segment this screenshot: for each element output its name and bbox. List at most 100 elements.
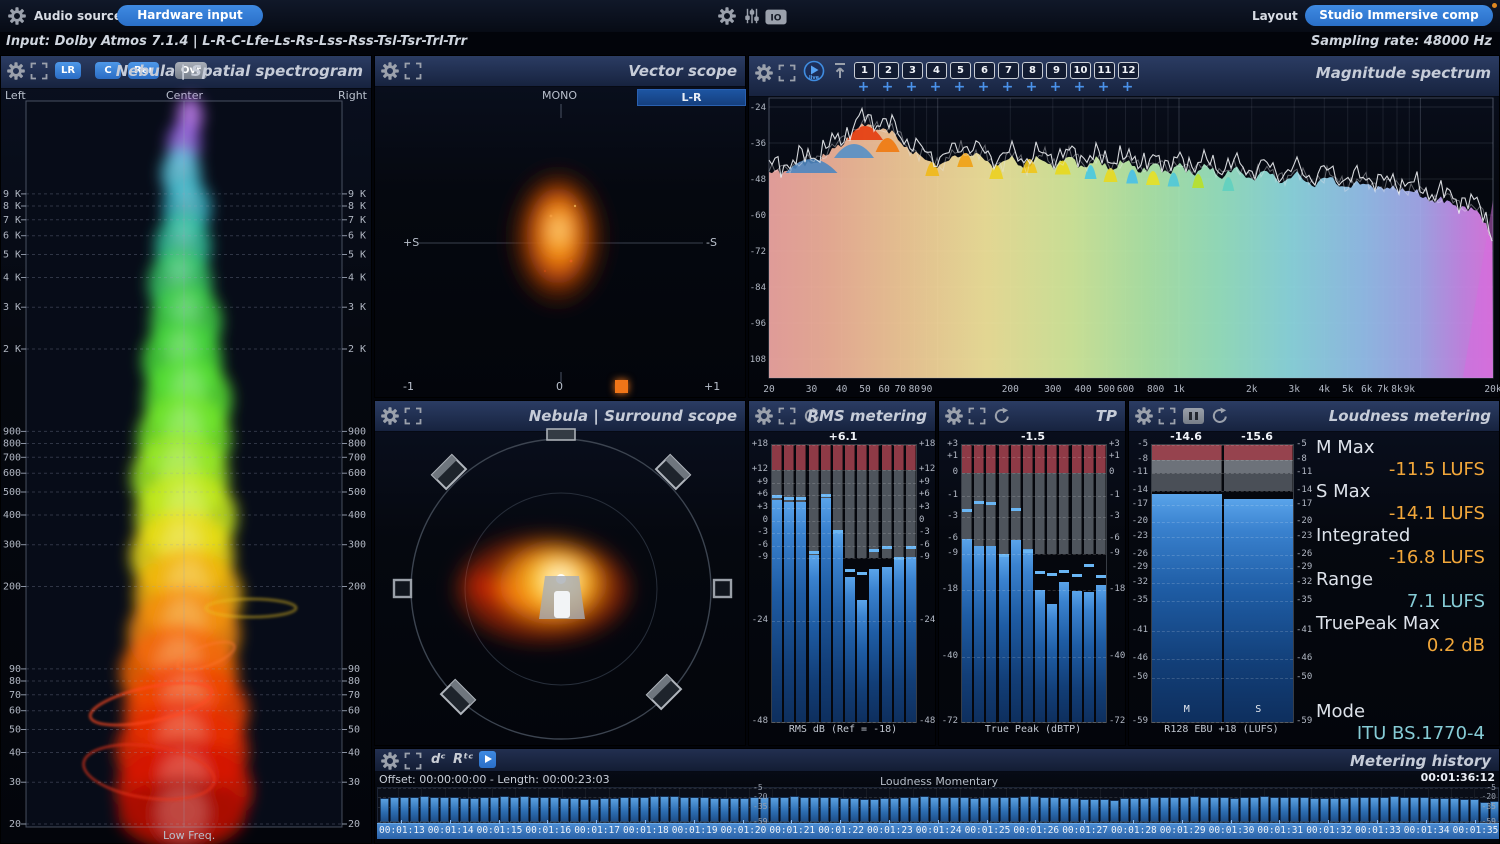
history-bar [990,797,999,822]
history-bar [1440,798,1449,822]
history-header: dᶜ Rᵗᶜ Metering history [375,749,1499,772]
meter-bar [821,498,831,722]
loudness-fullscreen-icon[interactable] [1158,407,1176,425]
history-bar [1430,798,1439,822]
drop-compensation-icon[interactable]: dᶜ [431,752,446,767]
input-format-text: Input: Dolby Atmos 7.1.4 | L-R-C-Lfe-Ls-… [6,34,467,49]
history-fullscreen-icon[interactable] [404,752,422,770]
svg-text:80: 80 [9,676,21,687]
history-bar [380,798,389,822]
peak-hold-tick [857,572,867,575]
tp-fullscreen-icon[interactable] [968,407,986,425]
history-timebar[interactable]: 00:01:1300:01:1400:01:1500:01:1600:01:17… [377,823,1499,839]
meter-scale-label: -6 [749,540,768,550]
meter-scale-label: -29 [1129,562,1148,572]
meter-bar [999,557,1009,722]
peak-hold-tick [1011,508,1021,511]
rms-fullscreen-icon[interactable] [778,407,796,425]
rms-settings-gear-icon[interactable] [755,407,773,425]
balance-marker[interactable] [615,380,628,393]
history-bar [820,797,829,822]
meter-bar [1096,585,1106,722]
io-routing-icon[interactable]: IO [765,8,787,26]
history-play-button[interactable] [479,751,496,768]
meter-scale-label: -46 [1129,653,1148,663]
meter-scale-label: +1 [1109,451,1120,461]
svg-text:40: 40 [348,748,360,759]
history-bar [1450,798,1459,822]
history-bar [490,797,499,822]
history-bar [980,797,989,822]
svg-text:700: 700 [348,452,366,463]
history-bar [1120,798,1129,822]
meter-scale-label: -18 [1109,584,1125,594]
mixer-sliders-icon[interactable] [743,7,761,25]
audio-source-gear-icon[interactable] [8,7,26,25]
svg-text:90: 90 [348,664,360,675]
stat-label: Range [1316,569,1373,590]
history-bar [430,797,439,823]
svg-text:5 K: 5 K [3,250,21,261]
plus-s-label: +S [403,236,419,249]
history-bar [1400,797,1409,822]
history-bar [920,796,929,822]
meter-bar [986,546,996,722]
meter-scale-label: +3 [1109,439,1120,449]
svg-text:80: 80 [909,384,921,395]
svg-text:2 K: 2 K [348,344,366,355]
tp-title: TP [1096,407,1117,425]
meter-scale-label: -6 [939,533,958,543]
meter-column [833,445,843,722]
history-bar [1410,797,1419,822]
svg-text:60: 60 [878,384,890,395]
meter-bar [906,557,916,722]
realtime-compensation-icon[interactable]: Rᵗᶜ [453,752,473,767]
peak-hold-tick [962,509,972,512]
axis-minus1: -1 [403,380,414,393]
loudness-settings-gear-icon[interactable] [1135,407,1153,425]
layout-preset-button[interactable]: Studio Immersive comp [1305,5,1493,26]
meter-bar [894,559,904,722]
history-graph[interactable] [377,787,1499,823]
history-bar [950,797,959,823]
svg-text:900: 900 [3,426,21,437]
meter-scale-label: -24 [749,615,768,625]
vectorscope-display[interactable] [375,56,747,399]
meter-scale-label: +12 [919,464,935,474]
settings-gear-icon[interactable] [718,7,736,25]
history-bar [850,798,859,822]
tp-settings-gear-icon[interactable] [945,407,963,425]
loudness-pause-button[interactable] [1183,408,1204,424]
meter-scale-label: -14 [1296,485,1312,495]
history-bar [680,797,689,822]
tp-reset-icon[interactable] [993,407,1011,425]
svg-text:2k: 2k [1246,384,1258,395]
surround-display[interactable] [375,401,747,747]
timeline-timestamp: 00:01:21 [769,825,815,836]
history-title: Metering history [1350,752,1491,770]
timeline-timestamp: 00:01:34 [1404,825,1450,836]
history-bar [780,797,789,822]
meter-scale-label: -11 [1296,467,1312,477]
meter-scale-label: 0 [939,467,958,477]
svg-text:800: 800 [348,439,366,450]
meter-bar [962,539,972,722]
svg-text:7k: 7k [1377,384,1389,395]
history-bar [1190,796,1199,822]
layout-label: Layout [1252,9,1298,23]
meter-scale-label: -14 [1129,485,1148,495]
meter-scale-label: +6 [749,489,768,499]
history-bar [1020,796,1029,822]
spectrogram-plot[interactable]: 9 K9 K8 K8 K7 K7 K6 K6 K5 K5 K4 K4 K3 K3… [1,56,373,844]
magnitude-plot[interactable]: -24-36-48-60-72-84-96-108203040506070809… [749,56,1500,399]
history-settings-gear-icon[interactable] [381,752,399,770]
meter-scale-label: -26 [1129,549,1148,559]
meter-column [821,445,831,722]
hardware-input-button[interactable]: Hardware input [117,5,263,26]
loudness-reset-icon[interactable] [1211,407,1229,425]
history-bar [1390,796,1399,822]
low-freq-label: Low Freq. [163,829,215,842]
peak-hold-tick [974,501,984,504]
peak-hold-tick [869,549,879,552]
history-bar [830,797,839,822]
